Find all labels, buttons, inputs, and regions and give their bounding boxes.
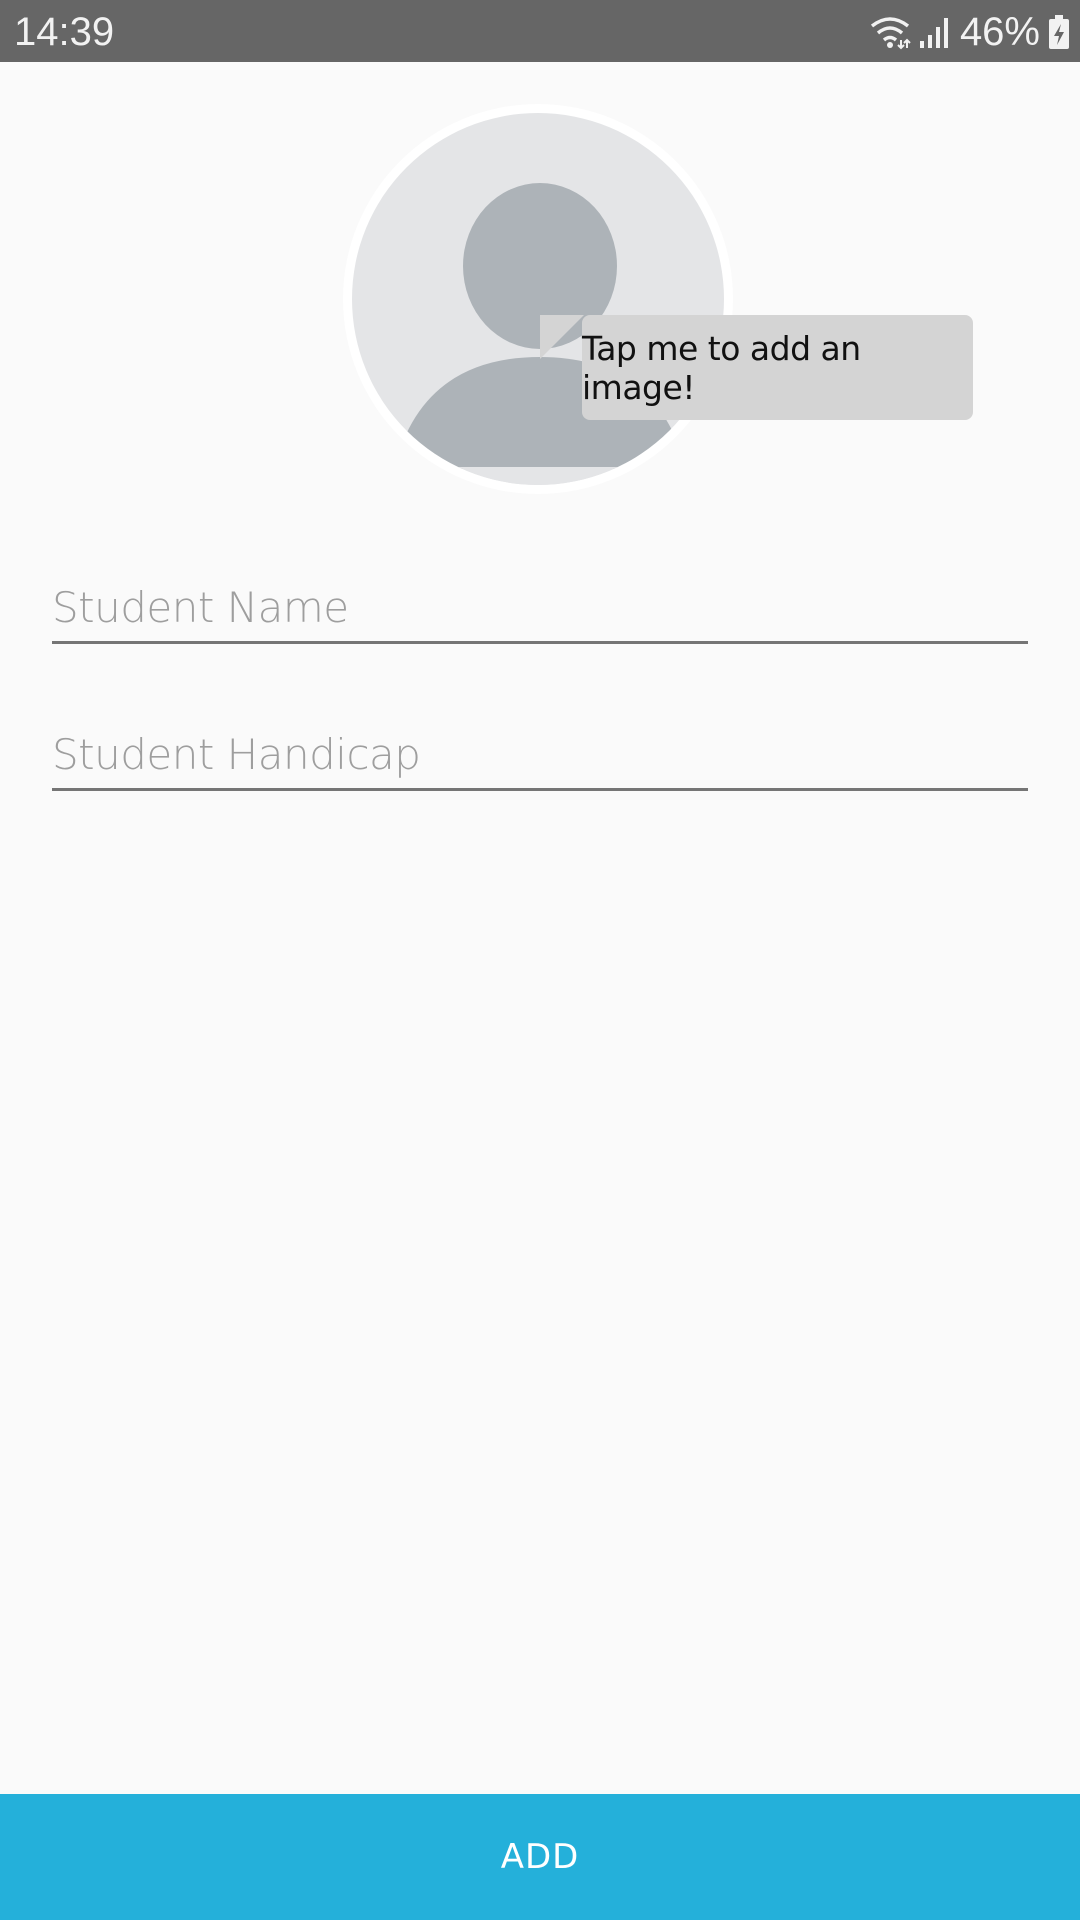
student-name-field[interactable] bbox=[52, 574, 1028, 644]
avatar-image-button[interactable] bbox=[343, 104, 733, 494]
battery-charging-icon bbox=[1048, 14, 1070, 50]
status-icons: 46% bbox=[868, 8, 1070, 56]
tooltip-tail bbox=[540, 315, 584, 359]
signal-icon bbox=[918, 15, 952, 49]
add-image-tooltip: Tap me to add an image! bbox=[582, 315, 973, 420]
app-screen: 14:39 46% Tap me to add an image! Studen… bbox=[0, 0, 1080, 1920]
status-bar: 14:39 46% bbox=[0, 0, 1080, 62]
student-handicap-input[interactable] bbox=[52, 721, 1028, 788]
add-button[interactable]: ADD bbox=[0, 1794, 1080, 1920]
student-name-input[interactable] bbox=[52, 574, 1028, 641]
battery-percent: 46% bbox=[959, 10, 1040, 54]
tooltip-text: Tap me to add an image! bbox=[582, 328, 861, 407]
student-handicap-field[interactable] bbox=[52, 721, 1028, 791]
person-placeholder-icon bbox=[352, 113, 724, 485]
status-time: 14:39 bbox=[14, 10, 115, 54]
wifi-icon bbox=[868, 14, 912, 50]
